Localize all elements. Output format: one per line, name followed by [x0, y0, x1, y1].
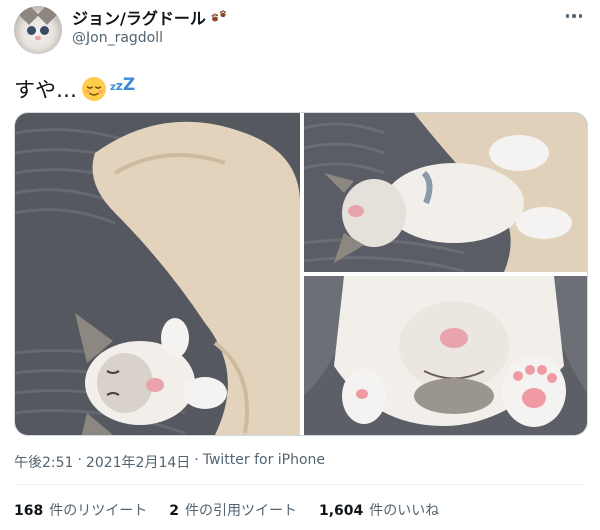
tweet-source[interactable]: Twitter for iPhone [203, 452, 325, 472]
meta-separator: · [194, 452, 199, 468]
quote-count[interactable]: 2 件の引用ツイート [169, 500, 297, 520]
retweet-count-number: 168 [14, 503, 44, 519]
avatar[interactable] [14, 6, 62, 54]
quote-count-label: 件の引用ツイート [184, 503, 297, 519]
engagement-stats: 168 件のリツイート 2 件の引用ツイート 1,604 件のいいね [14, 500, 439, 520]
meta-separator: · [77, 452, 82, 468]
tweet-text-body: すや… [14, 78, 77, 102]
quote-count-number: 2 [169, 503, 179, 519]
more-horizontal-icon[interactable] [562, 6, 586, 26]
zzz-sleeping-icon: zzZ [110, 75, 136, 95]
retweet-count[interactable]: 168 件のリツイート [14, 500, 147, 520]
tweet-text: すや… zzZ [14, 74, 135, 104]
tweet-meta: 午後2:51 · 2021年2月14日 · Twitter for iPhone [14, 452, 325, 472]
sleeping-cat-photo-2[interactable] [304, 113, 587, 272]
sleeping-cat-photo-1[interactable] [15, 113, 300, 435]
tweet-date[interactable]: 2021年2月14日 [86, 452, 190, 472]
media-grid [14, 112, 588, 436]
tweet-card: ジョン/ラグドール @Jon_ragdoll すや… zzZ 午後2:51 · … [0, 0, 600, 530]
user-handle[interactable]: @Jon_ragdoll [72, 30, 163, 46]
author-name-row[interactable]: ジョン/ラグドール [72, 6, 228, 28]
divider [14, 484, 586, 485]
like-count-label: 件のいいね [369, 503, 440, 519]
relieved-face-emoji-icon [81, 76, 107, 102]
paw-prints-icon [210, 8, 228, 26]
like-count-number: 1,604 [318, 503, 364, 519]
display-name[interactable]: ジョン/ラグドール [72, 5, 206, 29]
like-count[interactable]: 1,604 件のいいね [319, 500, 439, 520]
sleeping-cat-photo-3[interactable] [304, 276, 587, 435]
retweet-count-label: 件のリツイート [49, 503, 148, 519]
tweet-time[interactable]: 午後2:51 [14, 452, 73, 472]
